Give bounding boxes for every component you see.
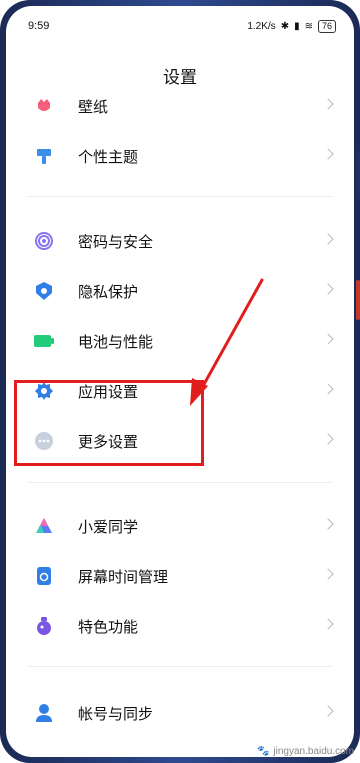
battery-icon: [34, 331, 54, 351]
menu-label: 密码与安全: [78, 233, 154, 251]
divider: [28, 482, 332, 483]
account-icon: [34, 703, 54, 723]
chevron-right-icon: [322, 98, 334, 110]
status-icons: 1.2K/s ✱ ▮ ≋ 76: [247, 19, 336, 33]
wallpaper-icon: [34, 96, 54, 116]
menu-label: 个性主题: [78, 148, 139, 166]
chevron-right-icon: [322, 618, 334, 630]
net-speed: 1.2K/s: [247, 20, 276, 32]
menu-label: 壁纸: [78, 98, 109, 116]
chevron-right-icon: [322, 233, 334, 245]
chevron-right-icon: [322, 705, 334, 717]
divider: [28, 196, 332, 197]
status-bar: 9:59 1.2K/s ✱ ▮ ≋ 76: [6, 6, 354, 46]
menu-label: 帐号与同步: [78, 705, 154, 723]
chevron-right-icon: [322, 333, 334, 345]
battery-indicator: 76: [317, 19, 336, 33]
volume-button: [356, 150, 360, 200]
menu-label: 电池与性能: [78, 333, 154, 351]
xiaoai-icon: [34, 516, 54, 536]
chevron-right-icon: [322, 148, 334, 160]
wifi-icon: ≋: [304, 20, 313, 32]
baidu-paw-icon: 🐾: [256, 746, 270, 757]
menu-label: 小爱同学: [78, 518, 139, 536]
privacy-shield-icon: [34, 281, 54, 301]
signal-icon: ▮: [294, 20, 300, 32]
chevron-right-icon: [322, 283, 334, 295]
theme-brush-icon: [34, 146, 54, 166]
menu-item-wallpaper[interactable]: 壁纸: [6, 81, 354, 131]
chevron-right-icon: [322, 518, 334, 530]
menu-item-account-sync[interactable]: 帐号与同步: [6, 688, 354, 738]
fingerprint-icon: [34, 231, 54, 251]
menu-label: 隐私保护: [78, 283, 139, 301]
menu-item-theme[interactable]: 个性主题: [6, 131, 354, 181]
menu-item-features[interactable]: 特色功能: [6, 601, 354, 651]
menu-item-password-security[interactable]: 密码与安全: [6, 216, 354, 266]
menu-item-xiaoai[interactable]: 小爱同学: [6, 501, 354, 551]
bluetooth-icon: ✱: [280, 20, 290, 32]
menu-label: 屏幕时间管理: [78, 568, 169, 586]
power-button: [356, 280, 360, 320]
chevron-right-icon: [322, 383, 334, 395]
menu-label: 特色功能: [78, 618, 139, 636]
chevron-right-icon: [322, 433, 334, 445]
menu-item-screen-time[interactable]: 屏幕时间管理: [6, 551, 354, 601]
status-time: 9:59: [28, 20, 50, 32]
highlight-box: [14, 380, 204, 466]
divider: [28, 666, 332, 667]
feature-icon: [34, 616, 54, 636]
watermark-text: jingyan.baidu.com: [273, 746, 354, 757]
screen-time-icon: [34, 566, 54, 586]
chevron-right-icon: [322, 568, 334, 580]
menu-item-battery[interactable]: 电池与性能: [6, 316, 354, 366]
menu-item-privacy[interactable]: 隐私保护: [6, 266, 354, 316]
watermark: 🐾 jingyan.baidu.com: [257, 746, 354, 757]
